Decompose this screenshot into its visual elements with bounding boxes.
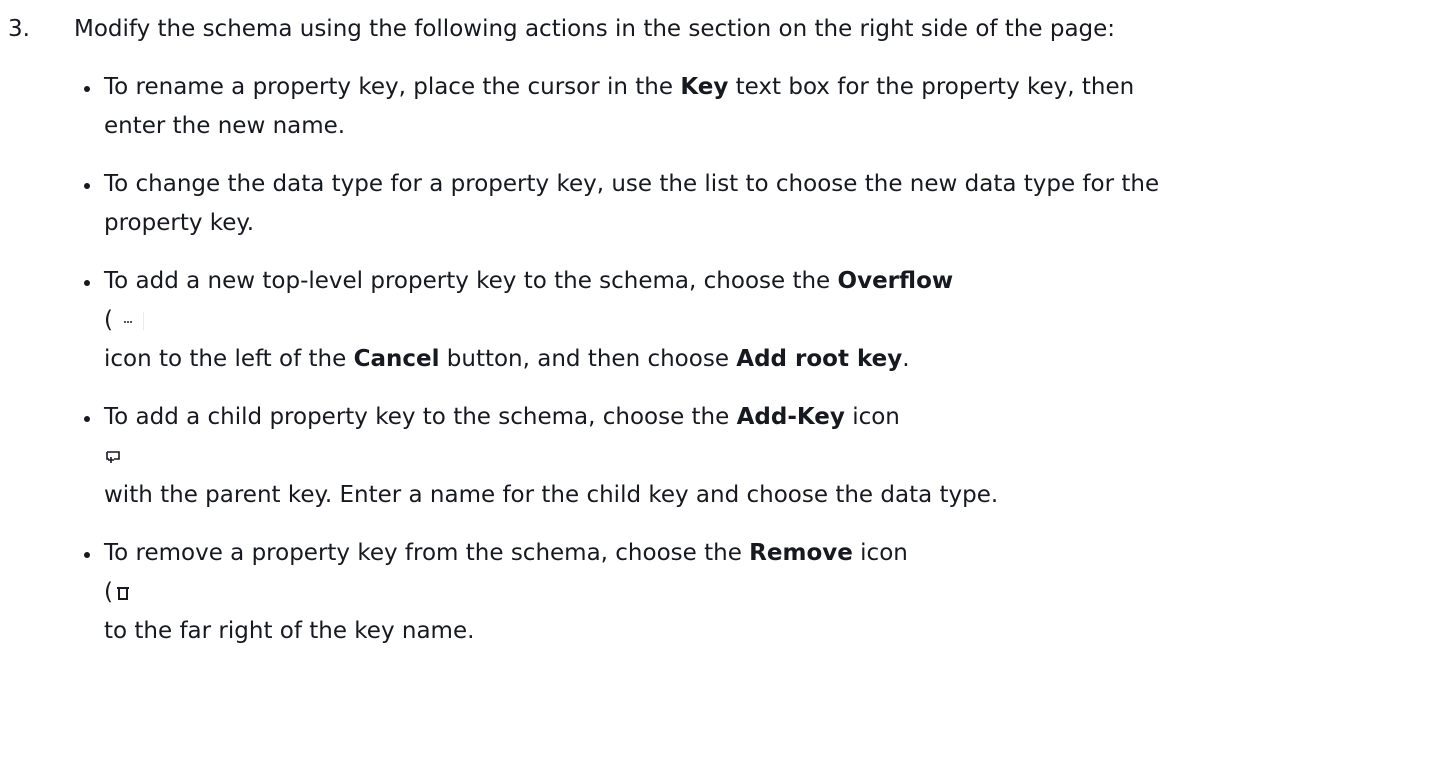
list-item-add-child: To add a child property key to the schem… (84, 398, 1420, 515)
add-key-label: Add-Key (736, 404, 845, 430)
remove-text-1: To remove a property key from the schema… (104, 540, 750, 566)
add-root-text-4: . (902, 346, 910, 372)
add-child-line-1: To add a child property key to the schem… (104, 398, 1396, 437)
cancel-label: Cancel (353, 346, 440, 372)
list-item-add-root: To add a new top-level property key to t… (84, 262, 1420, 379)
add-root-line-3: icon to the left of the Cancel button, a… (104, 340, 1396, 379)
rename-line-1: To rename a property key, place the curs… (104, 68, 1396, 107)
list-item-change-type: To change the data type for a property k… (84, 165, 1420, 243)
rename-line-2: enter the new name. (104, 113, 346, 139)
rename-text-1: To rename a property key, place the curs… (104, 74, 681, 100)
remove-label: Remove (749, 540, 853, 566)
add-root-text-2: icon to the left of the (104, 346, 354, 372)
overflow-label: Overflow (837, 268, 954, 294)
change-type-line-1: To change the data type for a property k… (104, 171, 1160, 197)
list-item-remove: To remove a property key from the schema… (84, 534, 1420, 651)
add-child-line-3: with the parent key. Enter a name for th… (104, 482, 999, 508)
add-root-icon-line: ( (104, 301, 1396, 340)
add-child-text-1: To add a child property key to the schem… (104, 404, 737, 430)
open-paren-remove: ( (104, 579, 113, 605)
add-root-key-label: Add root key (736, 346, 903, 372)
remove-icon-line: ( (104, 573, 1396, 612)
overflow-icon (117, 311, 144, 330)
remove-line-1: To remove a property key from the schema… (104, 534, 1396, 573)
add-key-icon (104, 448, 124, 466)
add-child-icon-line (104, 437, 1396, 476)
step-text: Modify the schema using the following ac… (74, 16, 1116, 42)
change-type-line-2: property key. (104, 210, 255, 236)
remove-icon (115, 583, 131, 603)
rename-text-2: text box for the property key, then (728, 74, 1135, 100)
add-root-line-1: To add a new top-level property key to t… (104, 262, 1396, 301)
remove-line-3: to the far right of the key name. (104, 618, 475, 644)
action-list: To rename a property key, place the curs… (0, 68, 1420, 651)
key-label: Key (680, 74, 729, 100)
add-root-text-1: To add a new top-level property key to t… (104, 268, 838, 294)
add-child-text-2: icon (844, 404, 900, 430)
add-root-text-3: button, and then choose (439, 346, 737, 372)
list-item-rename: To rename a property key, place the curs… (84, 68, 1420, 146)
step-number: 3. (8, 16, 30, 42)
step-3: 3. Modify the schema using the following… (0, 0, 1440, 651)
open-paren: ( (104, 307, 113, 333)
remove-text-2: icon (852, 540, 908, 566)
document: 3. Modify the schema using the following… (0, 0, 1440, 765)
